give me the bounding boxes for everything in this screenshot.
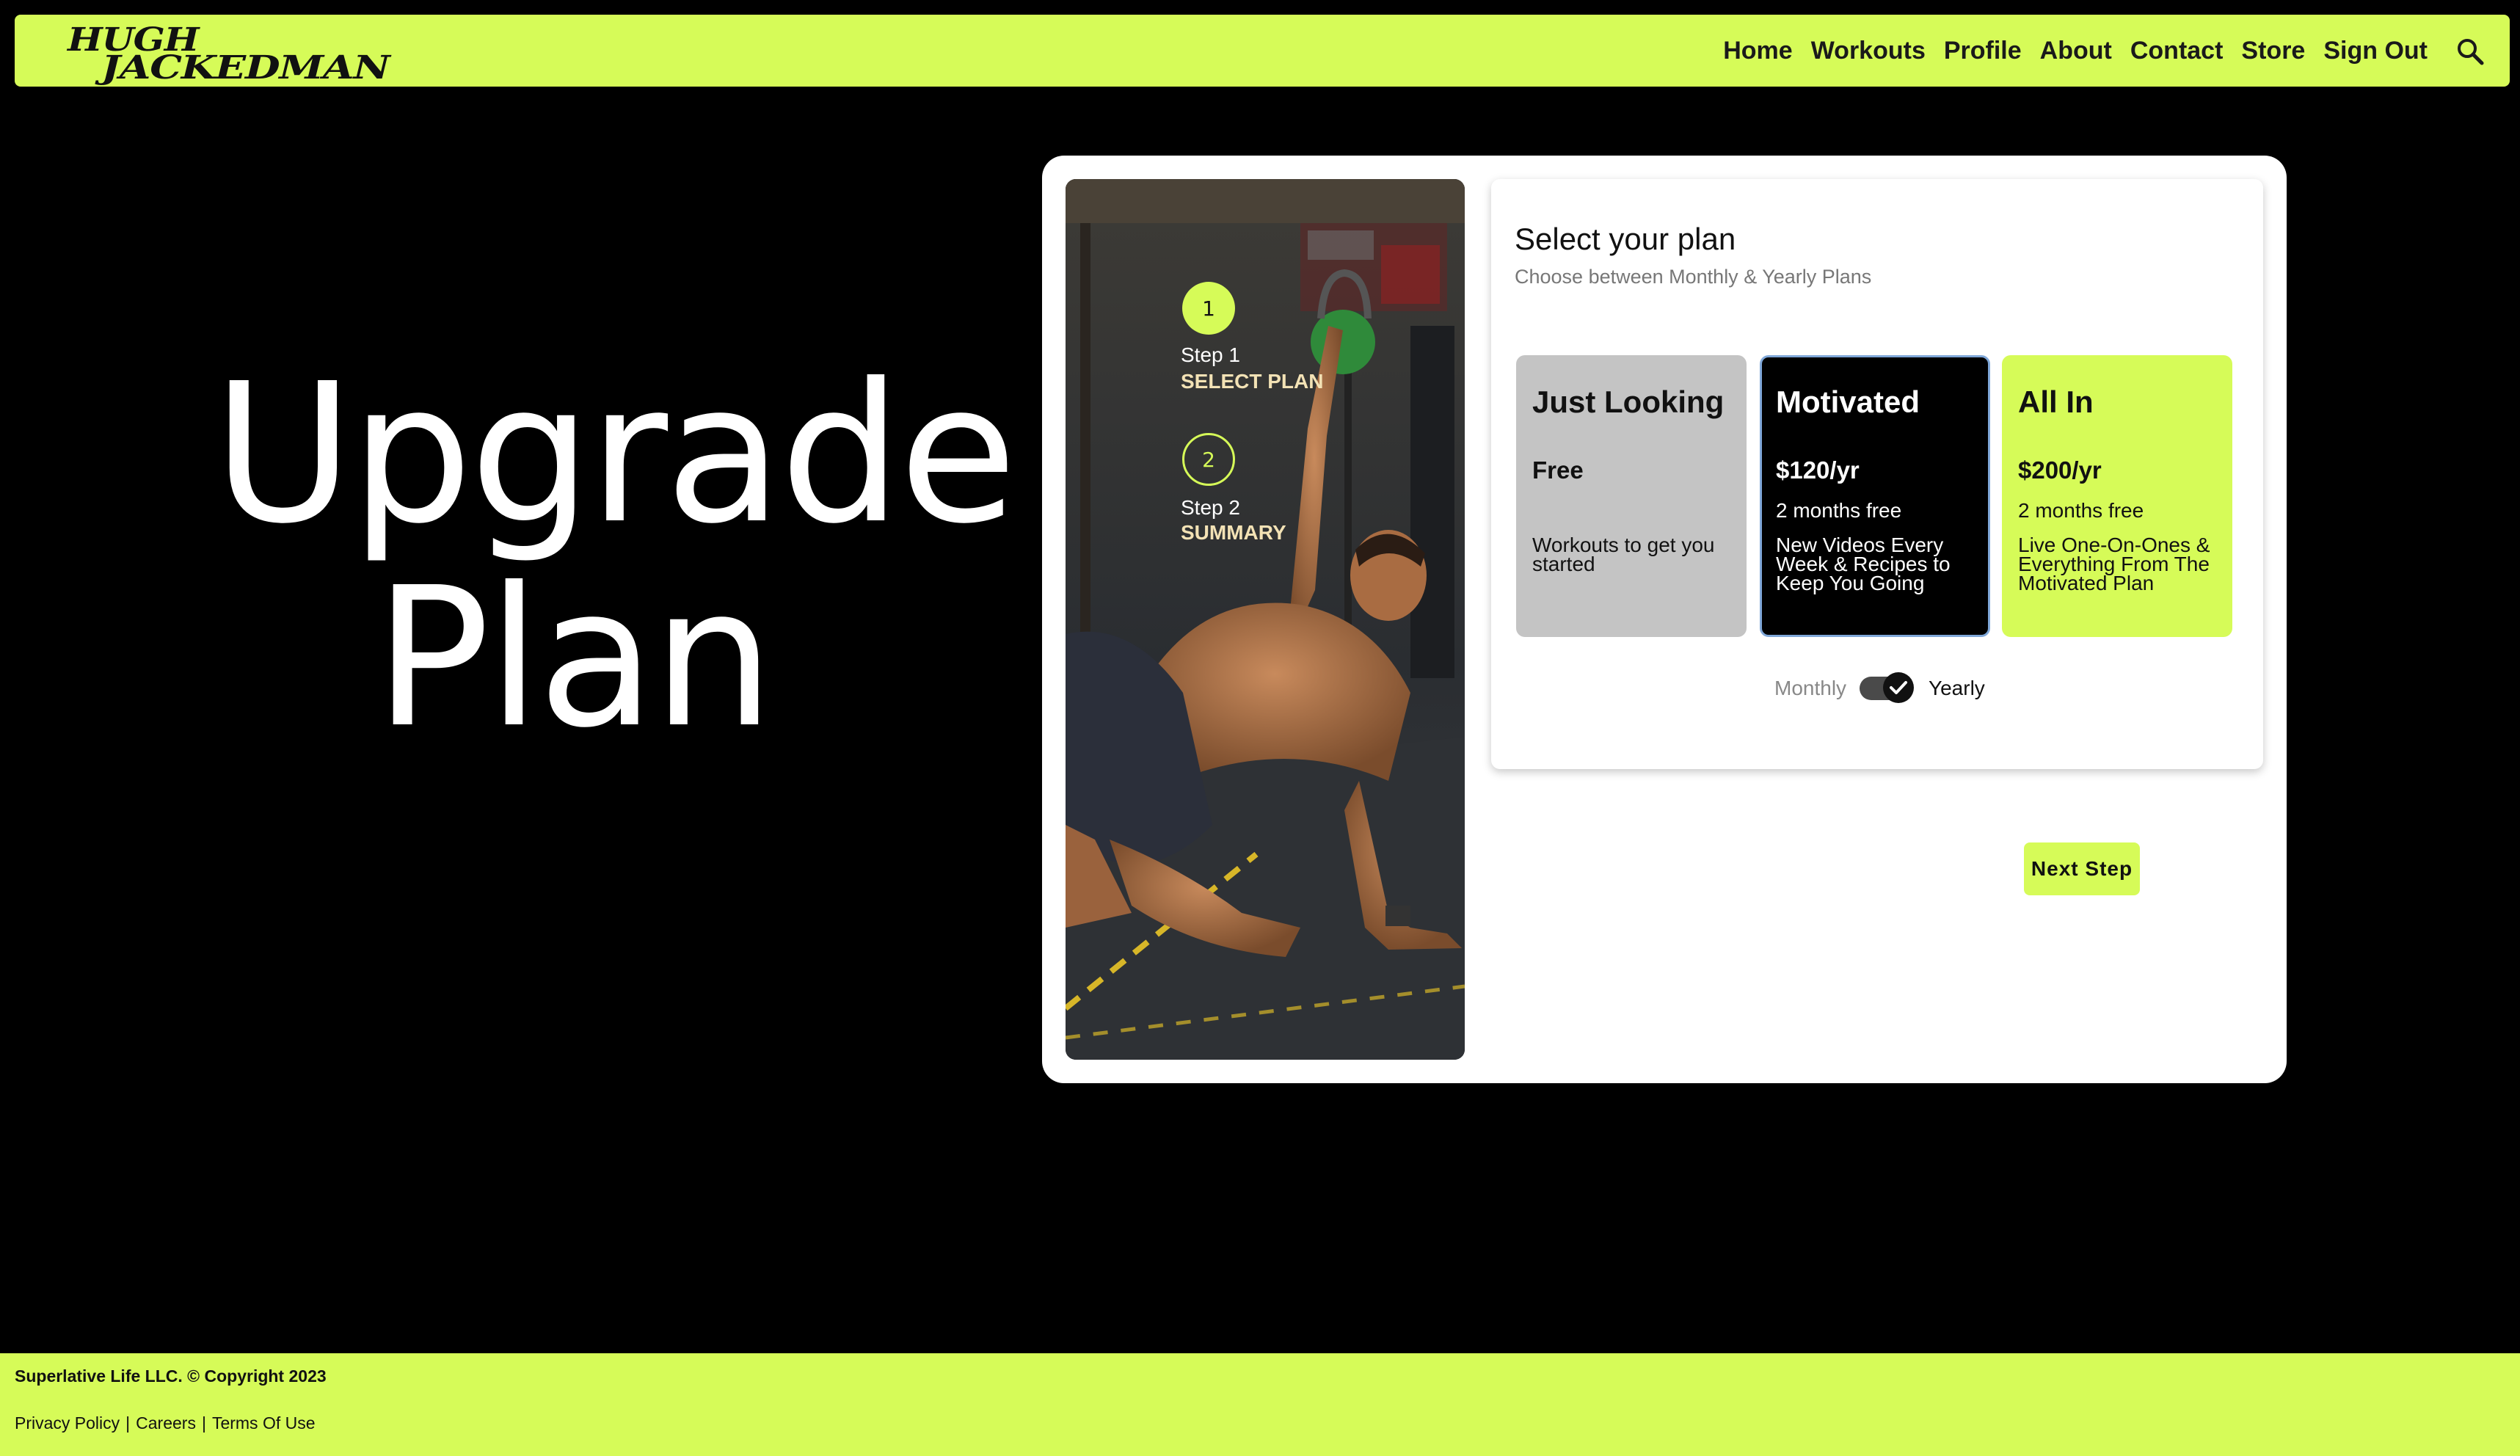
plan-description: Live One-On-Ones & Everything From The M… <box>2018 534 2210 594</box>
plan-selection-panel: Select your plan Choose between Monthly … <box>1491 179 2263 769</box>
plan-price: $120/yr <box>1776 456 1860 484</box>
logo-line-2: JACKEDMAN <box>101 49 390 87</box>
plan-name: All In <box>2018 385 2094 419</box>
link-separator: | <box>201 1413 206 1433</box>
step-1-name: SELECT PLAN <box>1181 370 1324 393</box>
plan-name: Just Looking <box>1532 385 1725 419</box>
nav-sign-out[interactable]: Sign Out <box>2323 37 2428 65</box>
plan-description: Workouts to get you started <box>1532 534 1715 575</box>
page-title-line-1: Upgrade <box>213 342 1017 566</box>
footer: Superlative Life LLC. © Copyright 2023 P… <box>0 1353 2520 1456</box>
page-title-line-2: Plan <box>374 546 774 770</box>
brand-logo[interactable]: HUGH JACKEDMAN <box>51 22 390 84</box>
nav-about[interactable]: About <box>2040 37 2112 65</box>
plan-card-motivated[interactable]: Motivated $120/yr 2 months free New Vide… <box>1760 355 1990 637</box>
nav-profile[interactable]: Profile <box>1944 37 2022 65</box>
plan-card-all-in[interactable]: All In $200/yr 2 months free Live One-On… <box>2002 355 2232 637</box>
link-separator: | <box>125 1413 131 1433</box>
main-nav: Home Workouts Profile About Contact Stor… <box>1705 15 2428 87</box>
terms-of-use-link[interactable]: Terms Of Use <box>212 1413 316 1433</box>
billing-toggle-row: Monthly Yearly <box>1491 666 2263 710</box>
plan-card-just-looking[interactable]: Just Looking Free Workouts to get you st… <box>1516 355 1747 637</box>
step-1-label: Step 1 <box>1181 343 1240 366</box>
plan-bonus: 2 months free <box>1776 499 1902 522</box>
copyright-text: Superlative Life LLC. © Copyright 2023 <box>15 1366 327 1386</box>
nav-home[interactable]: Home <box>1723 37 1792 65</box>
upgrade-wizard: 1 Step 1 SELECT PLAN 2 Step 2 SUMMARY Se… <box>1042 156 2287 1083</box>
nav-contact[interactable]: Contact <box>2130 37 2224 65</box>
panel-subtitle: Choose between Monthly & Yearly Plans <box>1515 266 1872 288</box>
nav-workouts[interactable]: Workouts <box>1811 37 1926 65</box>
plan-name: Motivated <box>1776 385 1920 419</box>
monthly-label[interactable]: Monthly <box>1774 677 1846 700</box>
check-icon[interactable] <box>1883 672 1914 703</box>
step-1-number: 1 <box>1182 282 1235 335</box>
nav-store[interactable]: Store <box>2241 37 2305 65</box>
athlete-photo: 1 Step 1 SELECT PLAN 2 Step 2 SUMMARY <box>1066 179 1465 1060</box>
privacy-policy-link[interactable]: Privacy Policy <box>15 1413 120 1433</box>
yearly-label[interactable]: Yearly <box>1929 677 1985 700</box>
step-2-name: SUMMARY <box>1181 521 1286 544</box>
plan-description: New Videos Every Week & Recipes to Keep … <box>1776 534 1951 594</box>
step-2-number: 2 <box>1182 433 1235 486</box>
step-2-label: Step 2 <box>1181 496 1240 519</box>
plan-bonus: 2 months free <box>2018 499 2144 522</box>
top-navbar: HUGH JACKEDMAN Home Workouts Profile Abo… <box>15 15 2510 87</box>
next-step-button[interactable]: Next Step <box>2024 842 2140 895</box>
search-icon[interactable] <box>2455 37 2485 66</box>
careers-link[interactable]: Careers <box>136 1413 196 1433</box>
plan-price: Free <box>1532 456 1584 484</box>
plan-price: $200/yr <box>2018 456 2102 484</box>
footer-links: Privacy Policy | Careers | Terms Of Use <box>15 1413 316 1433</box>
panel-title: Select your plan <box>1515 222 1736 256</box>
